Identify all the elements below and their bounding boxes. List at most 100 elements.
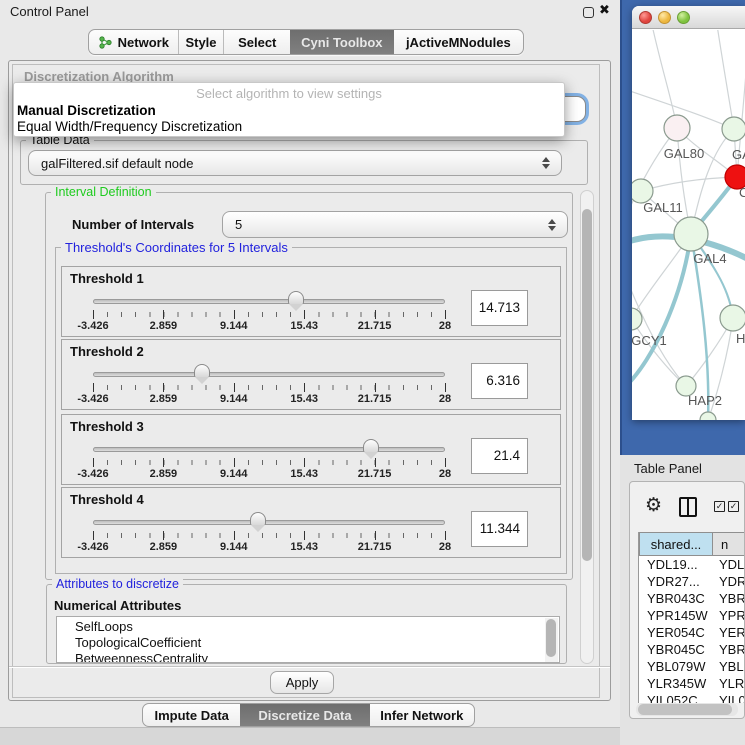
threshold-3-slider-thumb[interactable]	[363, 439, 379, 452]
tab-discretize-data[interactable]: Discretize Data	[240, 704, 369, 726]
threshold-2-slider-track[interactable]	[93, 372, 445, 377]
svg-text:HAP2: HAP2	[688, 393, 722, 408]
table-row[interactable]: YBR045CYBR0	[639, 641, 745, 658]
slider-ticks	[93, 385, 446, 390]
threshold-3-panel: Threshold 3 -3.4262.8599.14415.4321.7152…	[61, 414, 561, 485]
threshold-1-panel: Threshold 1 -3.4262.8599.14415.4321.7152…	[61, 266, 561, 337]
number-of-intervals-value: 5	[223, 217, 546, 232]
list-item[interactable]: TopologicalCoefficient	[75, 635, 201, 650]
table-row[interactable]: YPR145WYPR1	[639, 607, 745, 624]
table-panel: ⚙ ✓ ✓ shared... n YDL19...YDL1 YDR27...Y…	[629, 481, 745, 719]
scrollbar-thumb[interactable]	[638, 704, 732, 715]
column-header-shared[interactable]: shared...	[639, 532, 713, 556]
threshold-4-value-field[interactable]: 11.344	[471, 511, 528, 547]
threshold-2-slider-thumb[interactable]	[194, 364, 210, 377]
svg-text:GAL80: GAL80	[664, 146, 704, 161]
node-table: shared... n YDL19...YDL1 YDR27...YDR2 YB…	[638, 532, 745, 703]
table-row[interactable]: YDR27...YDR2	[639, 573, 745, 590]
numerical-attributes-list[interactable]: SelfLoops TopologicalCoefficient Between…	[56, 616, 560, 663]
svg-text:GCY1: GCY1	[632, 333, 667, 348]
svg-text:H: H	[736, 331, 745, 346]
stepper-icon	[540, 157, 551, 169]
table-row[interactable]: YBR043CYBR0	[639, 590, 745, 607]
slider-scale-labels: -3.4262.8599.14415.4321.71528	[63, 468, 475, 480]
top-tab-bar: Network Style Select Cyni Toolbox jActiv…	[88, 29, 524, 55]
tab-network-label: Network	[118, 35, 169, 50]
checkbox-icon[interactable]: ✓	[728, 501, 739, 512]
network-node-gal80[interactable]	[664, 115, 690, 141]
control-panel-title: Control Panel	[10, 4, 89, 19]
table-row[interactable]: YIL052CYIL0	[639, 692, 745, 703]
tab-jactivemnodules-label: jActiveMNodules	[406, 35, 511, 50]
table-row[interactable]: YBL079WYBL0	[639, 658, 745, 675]
gear-icon[interactable]: ⚙	[645, 494, 662, 516]
float-panel-icon[interactable]	[583, 7, 594, 18]
table-horizontal-scrollbar[interactable]	[636, 703, 738, 716]
divider	[9, 666, 610, 667]
network-view-window[interactable]: GAL80 GA C GAL11 GAL4 GCY1 H HAP2	[632, 6, 745, 420]
control-panel: Control Panel ✖ Network Style Select Cyn…	[0, 0, 620, 745]
tab-infer-network[interactable]: Infer Network	[370, 704, 474, 726]
popup-option-manual-discretization[interactable]: Manual Discretization	[17, 103, 156, 118]
threshold-4-slider-track[interactable]	[93, 520, 445, 525]
column-header-name[interactable]: n	[713, 532, 745, 556]
tab-jactivemnodules[interactable]: jActiveMNodules	[394, 30, 523, 54]
tab-style[interactable]: Style	[178, 30, 224, 54]
threshold-1-value-field[interactable]: 14.713	[471, 290, 528, 326]
table-row[interactable]: YLR345WYLR3	[639, 675, 745, 692]
threshold-1-label: Threshold 1	[70, 271, 144, 286]
list-item[interactable]: SelfLoops	[75, 619, 133, 634]
threshold-3-value-field[interactable]: 21.4	[471, 438, 528, 474]
numerical-attributes-label: Numerical Attributes	[54, 598, 181, 613]
threshold-1-slider-track[interactable]	[93, 299, 445, 304]
number-of-intervals-spinner[interactable]: 5	[222, 211, 568, 238]
zoom-traffic-light-icon[interactable]	[677, 11, 690, 24]
network-icon	[98, 35, 113, 50]
algorithm-popup: Select algorithm to view settings Manual…	[13, 82, 565, 137]
tab-select[interactable]: Select	[223, 30, 290, 54]
network-node[interactable]	[700, 412, 716, 420]
slider-ticks	[93, 533, 446, 538]
columns-icon[interactable]	[679, 497, 697, 517]
minimize-traffic-light-icon[interactable]	[658, 11, 671, 24]
stepper-icon	[546, 219, 557, 231]
tab-discretize-data-label: Discretize Data	[258, 708, 351, 723]
scrollbar-thumb[interactable]	[582, 209, 592, 561]
threshold-2-value-field[interactable]: 6.316	[471, 363, 528, 399]
network-node[interactable]	[722, 117, 745, 141]
tab-select-label: Select	[238, 35, 276, 50]
table-row[interactable]: YER054CYER0	[639, 624, 745, 641]
network-window-titlebar[interactable]	[632, 6, 745, 29]
network-graph-canvas[interactable]: GAL80 GA C GAL11 GAL4 GCY1 H HAP2	[632, 30, 745, 420]
network-node[interactable]	[720, 305, 745, 331]
threshold-2-panel: Threshold 2 -3.4262.8599.14415.4321.7152…	[61, 339, 561, 410]
interval-definition-title: Interval Definition	[51, 185, 156, 199]
threshold-1-slider-thumb[interactable]	[288, 291, 304, 304]
tab-cyni-toolbox[interactable]: Cyni Toolbox	[290, 30, 394, 54]
number-of-intervals-label: Number of Intervals	[72, 217, 194, 232]
tab-style-label: Style	[185, 35, 216, 50]
apply-button[interactable]: Apply	[270, 671, 334, 694]
network-node-gal4[interactable]	[674, 217, 708, 251]
thresholds-group-title: Threshold's Coordinates for 5 Intervals	[61, 240, 292, 255]
tab-impute-data-label: Impute Data	[155, 708, 229, 723]
threshold-3-slider-track[interactable]	[93, 447, 445, 452]
table-data-combobox[interactable]: galFiltered.sif default node	[28, 150, 562, 176]
slider-ticks	[93, 460, 446, 465]
list-item[interactable]: BetweennessCentrality	[75, 651, 208, 663]
panel-vertical-scrollbar[interactable]	[580, 190, 594, 664]
threshold-4-slider-thumb[interactable]	[250, 512, 266, 525]
close-icon[interactable]: ✖	[599, 3, 610, 18]
tab-impute-data[interactable]: Impute Data	[143, 704, 240, 726]
checkbox-icon[interactable]: ✓	[714, 501, 725, 512]
table-row[interactable]: YDL19...YDL1	[639, 556, 745, 573]
svg-text:GAL4: GAL4	[693, 251, 726, 266]
close-traffic-light-icon[interactable]	[639, 11, 652, 24]
control-panel-titlebar: Control Panel ✖	[0, 0, 620, 24]
list-scrollbar[interactable]	[545, 618, 558, 663]
tab-cyni-toolbox-label: Cyni Toolbox	[301, 35, 382, 50]
threshold-4-panel: Threshold 4 -3.4262.8599.14415.4321.7152…	[61, 487, 561, 558]
popup-option-equal-width-frequency[interactable]: Equal Width/Frequency Discretization	[17, 119, 242, 134]
svg-text:GA: GA	[732, 147, 745, 162]
tab-network[interactable]: Network	[89, 30, 178, 54]
